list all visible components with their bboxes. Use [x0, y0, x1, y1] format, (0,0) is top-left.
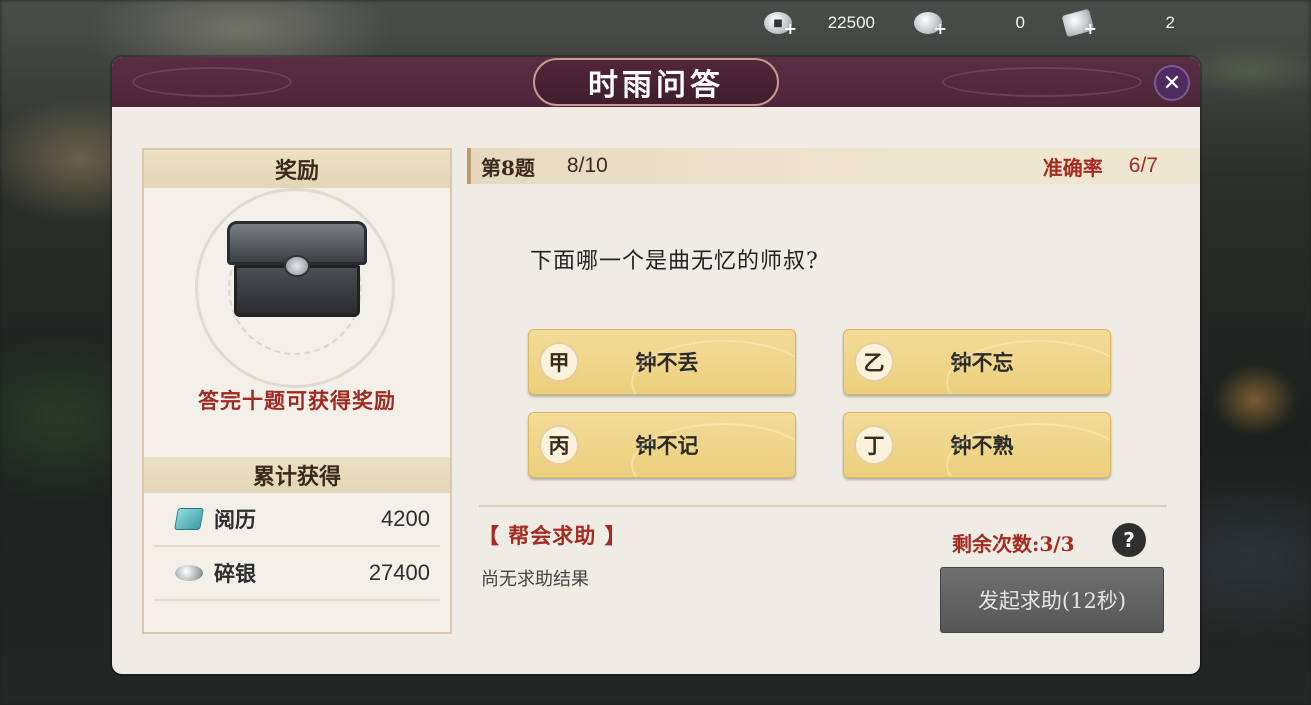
currency-silver-coin[interactable]: ■ + 22500 [761, 6, 891, 40]
silver-ingot-value: 0 [1015, 13, 1025, 32]
silver-icon [172, 560, 206, 586]
reward-chest-area [144, 188, 450, 393]
option-badge: 丁 [854, 425, 894, 465]
close-button[interactable]: ✕ [1154, 65, 1190, 101]
section-divider [479, 505, 1167, 507]
dialog-title: 时雨问答 [533, 58, 779, 106]
accumulated-label: 阅历 [214, 507, 256, 532]
cloud-ornament [132, 67, 292, 97]
option-text: 钟不忘 [950, 350, 1014, 375]
option-a-button[interactable]: 甲 钟不丢 [528, 329, 796, 395]
reward-header: 奖励 [144, 150, 450, 188]
silver-ingot-icon[interactable]: + [911, 6, 947, 40]
option-d-button[interactable]: 丁 钟不熟 [843, 412, 1111, 478]
silver-coin-value: 22500 [827, 13, 875, 32]
option-b-button[interactable]: 乙 钟不忘 [843, 329, 1111, 395]
option-c-button[interactable]: 丙 钟不记 [528, 412, 796, 478]
question-progress: 8/10 [566, 154, 608, 177]
accumulated-header: 累计获得 [144, 457, 450, 493]
accumulated-item-experience: 阅历 4200 [154, 493, 440, 547]
silver-ticket-icon[interactable]: + [1061, 6, 1097, 40]
cloud-ornament [942, 67, 1142, 97]
quiz-dialog: 时雨问答 ✕ 奖励 答完十题可获得奖励 累计获得 阅历 4200 碎银 2740… [112, 57, 1200, 674]
option-text: 钟不记 [635, 433, 699, 458]
accumulated-item-silver: 碎银 27400 [154, 547, 440, 601]
accumulated-label: 碎银 [214, 561, 256, 586]
accumulated-value: 4200 [381, 506, 430, 531]
accumulated-value: 27400 [368, 560, 430, 585]
guild-help-result: 尚无求助结果 [481, 569, 589, 590]
accuracy-label: 准确率 [1042, 155, 1103, 180]
currency-silver-ingot[interactable]: + 0 [911, 6, 1041, 40]
question-mark-icon: ? [1123, 528, 1135, 552]
guild-help-title: 【 帮会求助 】 [478, 523, 627, 548]
option-text: 钟不熟 [950, 433, 1014, 458]
currency-bar: ■ + 22500 + 0 + 2 [761, 6, 1191, 40]
treasure-chest-icon[interactable] [222, 220, 372, 321]
silver-coin-icon[interactable]: ■ + [761, 6, 797, 40]
add-icon: + [783, 19, 797, 38]
help-info-button[interactable]: ? [1112, 523, 1146, 557]
request-help-button[interactable]: 发起求助(12秒) [940, 567, 1164, 633]
add-icon: + [933, 19, 947, 38]
currency-silver-ticket[interactable]: + 2 [1061, 6, 1191, 40]
question-status-bar: 第8题 8/10 准确率 6/7 [467, 148, 1200, 184]
add-icon: + [1083, 19, 1097, 38]
option-badge: 乙 [854, 342, 894, 382]
option-text: 钟不丢 [635, 350, 699, 375]
reward-panel: 奖励 答完十题可获得奖励 累计获得 阅历 4200 碎银 27400 [142, 148, 452, 634]
remaining-attempts: 剩余次数:3/3 [952, 532, 1075, 556]
question-number: 第8题 [481, 155, 535, 180]
experience-book-icon [172, 506, 206, 532]
accuracy-value: 6/7 [1128, 154, 1158, 177]
question-text: 下面哪一个是曲无忆的师叔? [530, 249, 819, 274]
option-badge: 丙 [539, 425, 579, 465]
silver-ticket-value: 2 [1165, 13, 1175, 32]
close-icon: ✕ [1162, 70, 1182, 96]
option-badge: 甲 [539, 342, 579, 382]
